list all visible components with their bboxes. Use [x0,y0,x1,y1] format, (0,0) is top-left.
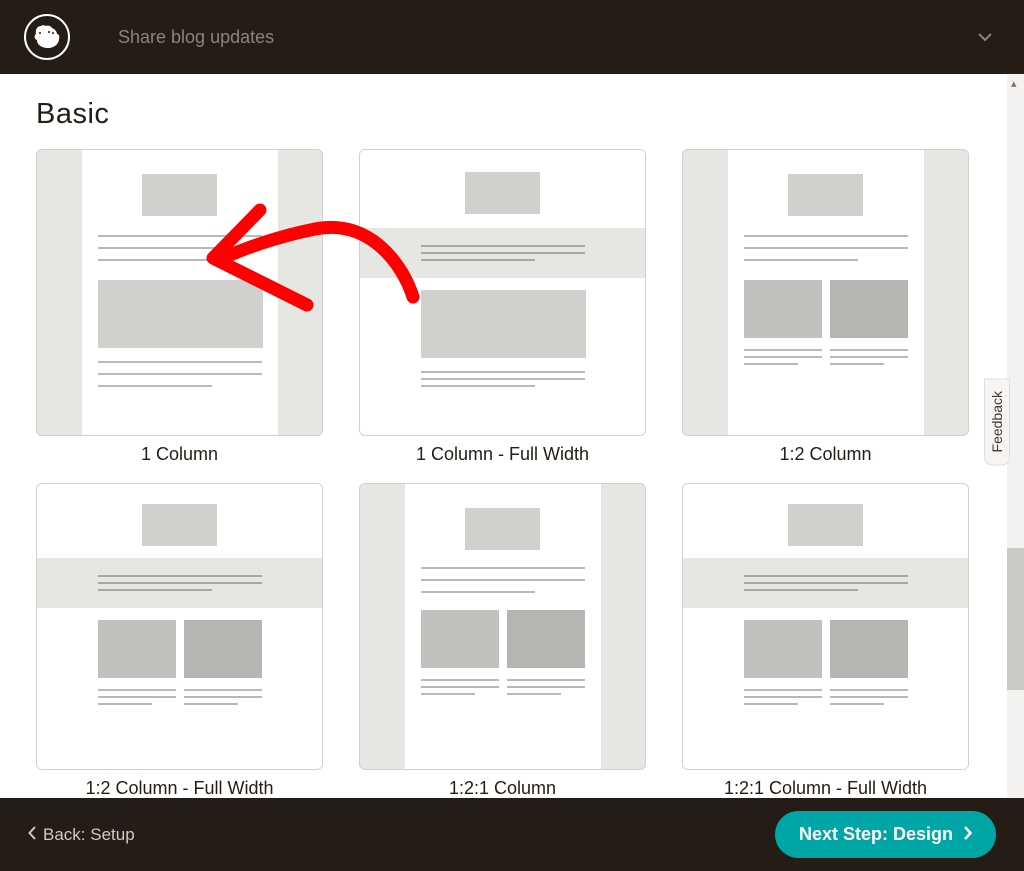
template-1-2-1-column-full-width[interactable]: 1:2:1 Column - Full Width [682,483,969,798]
template-1-column[interactable]: 1 Column [36,149,323,465]
template-1-2-column-full-width[interactable]: 1:2 Column - Full Width [36,483,323,798]
section-title: Basic [36,98,988,131]
template-preview [682,483,969,770]
next-button[interactable]: Next Step: Design [775,811,996,858]
chevron-left-icon [28,825,37,845]
template-label: 1 Column [141,444,218,465]
template-preview [36,149,323,436]
top-bar: Share blog updates [0,0,1024,74]
template-label: 1:2 Column - Full Width [85,778,273,798]
template-label: 1:2:1 Column - Full Width [724,778,927,798]
template-preview [359,483,646,770]
back-link[interactable]: Back: Setup [28,825,135,845]
scrollbar-thumb[interactable] [1007,548,1024,690]
template-label: 1:2:1 Column [449,778,556,798]
template-1-2-1-column[interactable]: 1:2:1 Column [359,483,646,798]
scroll-up-icon[interactable]: ▴ [1011,77,1017,90]
back-label: Back: Setup [43,825,135,845]
template-1-2-column[interactable]: 1:2 Column [682,149,969,465]
next-button-label: Next Step: Design [799,824,953,845]
template-label: 1:2 Column [779,444,871,465]
template-1-column-full-width[interactable]: 1 Column - Full Width [359,149,646,465]
template-preview [36,483,323,770]
chevron-down-icon[interactable] [978,30,992,45]
feedback-tab[interactable]: Feedback [984,378,1010,465]
template-preview [682,149,969,436]
content-area: Basic 1 Column [0,74,1024,798]
template-preview [359,149,646,436]
mailchimp-logo-icon[interactable] [24,14,70,60]
header-title[interactable]: Share blog updates [118,27,274,48]
template-label: 1 Column - Full Width [416,444,589,465]
template-grid: 1 Column [36,149,988,798]
footer-bar: Back: Setup Next Step: Design [0,798,1024,871]
chevron-right-icon [963,824,972,845]
